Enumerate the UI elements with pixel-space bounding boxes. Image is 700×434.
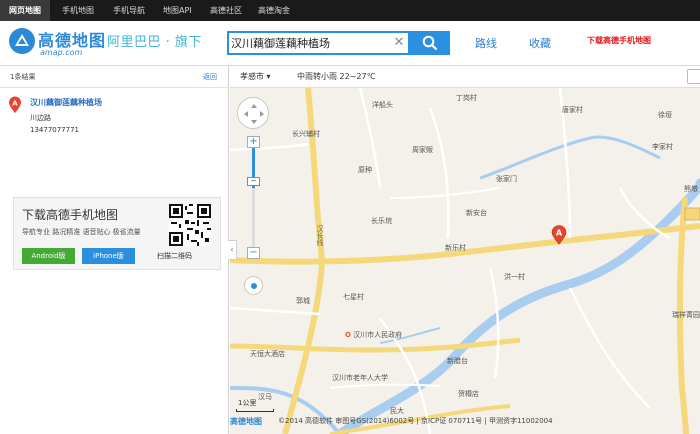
result-marker-letter: A <box>12 100 18 108</box>
android-download-button[interactable]: Android版 <box>22 248 75 264</box>
map-label[interactable]: 贺樽店 <box>458 389 479 399</box>
map-toolbar: 孝感市 ▾ 中雨转小雨 22~27℃ <box>230 66 700 88</box>
copyright-text: ©2014 高德软件 审图号GS(2014)6002号 | 京ICP证 0707… <box>278 417 553 425</box>
route-link[interactable]: 路线 <box>475 35 497 51</box>
results-panel: 1条结果 返回 A 汉川藕御莲藕种植场 川边路 13477077771 下载高德… <box>0 66 229 434</box>
map-label[interactable]: 长兴辅村 <box>292 129 320 139</box>
banner-title: 下载高德手机地图 <box>22 208 119 222</box>
map-label[interactable]: 七星村 <box>343 292 364 302</box>
road-label: 汉长线 <box>316 225 324 246</box>
amap-logo-icon[interactable] <box>8 27 36 55</box>
zoom-out-button[interactable]: − <box>247 247 260 259</box>
app-download-banner: 下载高德手机地图 导航专业 路况精准 语音贴心 极省流量 Android版 iP… <box>13 197 221 270</box>
map-base <box>230 88 700 434</box>
zoom-slider-thumb[interactable]: − <box>247 177 260 186</box>
map-label[interactable]: 新安台 <box>466 208 487 218</box>
footer-logo: 高德地图 <box>230 417 262 426</box>
map-label[interactable]: 丁岗村 <box>456 93 477 103</box>
toolbar-button[interactable] <box>687 69 700 84</box>
nav-item-web-map[interactable]: 网页地图 <box>0 0 50 21</box>
result-phone: 13477077771 <box>30 126 79 134</box>
map-label[interactable]: 洋船头 <box>372 100 393 110</box>
map-label[interactable]: 新乐村 <box>445 243 466 253</box>
nav-item-taojin[interactable]: 高德淘金 <box>258 0 290 21</box>
map-canvas[interactable]: 洋船头 丁岗村 唐家村 徐垭 长兴辅村 李家村 周家贩 原种 张家门 熊墩 长乐… <box>230 88 700 434</box>
results-bar: 1条结果 返回 <box>0 66 229 88</box>
collapse-panel-handle[interactable]: ‹ <box>228 240 237 260</box>
map-label[interactable]: 原种 <box>358 165 372 175</box>
search-input[interactable] <box>231 34 389 52</box>
qr-code-icon <box>169 204 211 246</box>
banner-subtitle: 导航专业 路况精准 语音贴心 极省流量 <box>22 228 141 236</box>
back-link[interactable]: 返回 <box>203 72 217 82</box>
nav-item-mobile-map[interactable]: 手机地图 <box>62 0 94 21</box>
iphone-download-button[interactable]: iPhone版 <box>82 248 135 264</box>
map-label[interactable]: 民大 <box>390 406 404 416</box>
map-label[interactable]: 郭城 <box>296 296 310 306</box>
star-icon: ✪ <box>345 331 351 339</box>
logo-subtitle: amap.com <box>40 48 83 57</box>
marker-letter: A <box>556 229 563 238</box>
map-label[interactable]: 天恒大酒店 <box>250 349 285 359</box>
header: 高德地图 amap.com 阿里巴巴 · 旗下 ✕ 路线 收藏 下载高德手机地图 <box>0 21 700 66</box>
map-label[interactable]: 徐垭 <box>658 110 672 120</box>
search-icon <box>422 35 438 51</box>
map-label[interactable]: 长乐垸 <box>371 216 392 226</box>
zoom-in-button[interactable]: + <box>247 136 260 148</box>
search-button[interactable] <box>410 31 450 55</box>
qr-label: 扫描二维码 <box>157 252 192 260</box>
map-label[interactable]: 新腊台 <box>447 356 468 366</box>
locate-me-button[interactable] <box>244 276 263 295</box>
top-nav: 网页地图 手机地图 手机导航 地图API 高德社区 高德淘金 <box>0 0 700 21</box>
pan-arrows-icon <box>244 104 264 124</box>
map-label[interactable]: 洪一村 <box>504 272 525 282</box>
alibaba-brand: 阿里巴巴 · 旗下 <box>107 35 202 50</box>
favorites-link[interactable]: 收藏 <box>529 35 551 51</box>
map-label[interactable]: 周家贩 <box>412 145 433 155</box>
location-marker-icon[interactable]: A <box>551 225 567 245</box>
map-label[interactable]: 张家门 <box>496 174 517 184</box>
zoom-track-remaining <box>252 188 255 248</box>
clear-icon[interactable]: ✕ <box>392 35 406 51</box>
download-app-link[interactable]: 下载高德手机地图 <box>587 35 651 46</box>
scale-bar <box>236 409 274 412</box>
city-selector[interactable]: 孝感市 ▾ <box>240 71 271 82</box>
map-label[interactable]: 汉马 <box>258 392 272 402</box>
result-marker-icon[interactable]: A <box>8 96 22 114</box>
nav-item-map-api[interactable]: 地图API <box>163 0 192 21</box>
nav-item-mobile-nav[interactable]: 手机导航 <box>113 0 145 21</box>
result-name[interactable]: 汉川藕御莲藕种植场 <box>30 97 102 108</box>
scale-label: 1公里 <box>238 399 257 407</box>
pan-control[interactable] <box>237 97 269 129</box>
map-label[interactable]: 瑞祥菁园 <box>672 310 700 320</box>
map-label[interactable]: 汉川市老年人大学 <box>332 373 388 383</box>
map-label[interactable]: 唐家村 <box>562 105 583 115</box>
nav-item-community[interactable]: 高德社区 <box>210 0 242 21</box>
weather-info: 中雨转小雨 22~27℃ <box>297 72 376 81</box>
poi-label-government[interactable]: ✪ 汉川市人民政府 <box>345 330 402 340</box>
results-count: 1条结果 <box>10 73 36 81</box>
map-label[interactable]: 李家村 <box>652 142 673 152</box>
search-box: ✕ <box>227 31 410 55</box>
result-address: 川边路 <box>30 114 51 122</box>
map-label[interactable]: 熊墩 <box>684 184 698 194</box>
